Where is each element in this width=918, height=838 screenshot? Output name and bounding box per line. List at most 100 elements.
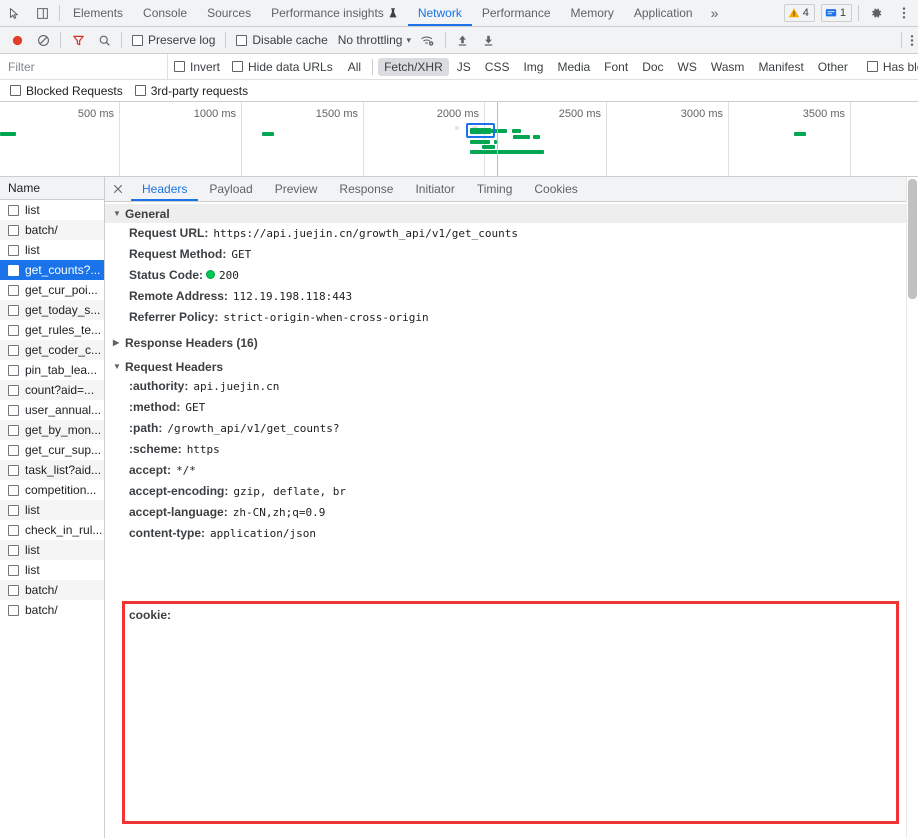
request-checkbox[interactable] xyxy=(8,444,19,456)
request-checkbox[interactable] xyxy=(8,224,19,236)
more-tabs-chevron-icon[interactable]: » xyxy=(703,0,727,26)
details-tab-response[interactable]: Response xyxy=(328,177,404,201)
details-tab-payload[interactable]: Payload xyxy=(198,177,263,201)
request-list-item[interactable]: user_annual... xyxy=(0,400,104,420)
download-arrow-icon[interactable] xyxy=(476,27,502,53)
request-checkbox[interactable] xyxy=(8,524,19,536)
filter-type-font[interactable]: Font xyxy=(598,58,634,76)
details-tab-cookies[interactable]: Cookies xyxy=(523,177,588,201)
tab-performance-insights[interactable]: Performance insights xyxy=(261,0,408,26)
request-list-item[interactable]: batch/ xyxy=(0,600,104,620)
request-list-item[interactable]: pin_tab_lea... xyxy=(0,360,104,380)
request-checkbox[interactable] xyxy=(8,284,19,296)
request-checkbox[interactable] xyxy=(8,484,19,496)
preserve-log-checkbox[interactable]: Preserve log xyxy=(126,33,221,47)
request-checkbox[interactable] xyxy=(8,404,19,416)
request-checkbox[interactable] xyxy=(8,544,19,556)
throttling-select[interactable]: No throttling ▾ xyxy=(334,33,415,47)
details-tab-headers[interactable]: Headers xyxy=(131,177,199,201)
request-list-item[interactable]: batch/ xyxy=(0,580,104,600)
filter-type-fetch-xhr[interactable]: Fetch/XHR xyxy=(378,57,449,76)
section-request-headers[interactable]: ▼ Request Headers xyxy=(105,357,918,376)
filter-type-media[interactable]: Media xyxy=(551,58,596,76)
request-list-item[interactable]: batch/ xyxy=(0,220,104,240)
request-checkbox[interactable] xyxy=(8,384,19,396)
tab-console[interactable]: Console xyxy=(133,0,197,26)
tab-network[interactable]: Network xyxy=(407,0,472,26)
request-checkbox[interactable] xyxy=(8,344,19,356)
details-scrollbar[interactable] xyxy=(906,177,918,838)
request-checkbox[interactable] xyxy=(8,564,19,576)
three-dots-vertical-icon[interactable] xyxy=(890,0,918,26)
request-list-item[interactable]: list xyxy=(0,240,104,260)
request-list-item[interactable]: check_in_rul... xyxy=(0,520,104,540)
filter-type-css[interactable]: CSS xyxy=(479,58,516,76)
request-list-item[interactable]: list xyxy=(0,500,104,520)
info-count-badge[interactable]: 1 xyxy=(820,4,852,22)
request-checkbox[interactable] xyxy=(8,364,19,376)
filter-type-wasm[interactable]: Wasm xyxy=(705,58,751,76)
request-list-item[interactable]: task_list?aid... xyxy=(0,460,104,480)
filter-type-ws[interactable]: WS xyxy=(672,58,703,76)
filter-type-all[interactable]: All xyxy=(342,58,367,76)
device-toolbar-icon[interactable] xyxy=(28,0,56,26)
network-conditions-wifi-icon[interactable] xyxy=(415,27,441,53)
section-general-header[interactable]: ▼ General xyxy=(105,204,918,223)
request-checkbox[interactable] xyxy=(8,464,19,476)
request-checkbox[interactable] xyxy=(8,304,19,316)
has-blocked-cookies-checkbox[interactable]: Has blocked cookie xyxy=(861,60,918,74)
section-response-headers[interactable]: ▶ Response Headers (16) xyxy=(105,333,918,352)
request-list-item[interactable]: get_cur_poi... xyxy=(0,280,104,300)
tab-elements[interactable]: Elements xyxy=(63,0,133,26)
filter-type-doc[interactable]: Doc xyxy=(636,58,669,76)
tab-performance[interactable]: Performance xyxy=(472,0,561,26)
filter-type-img[interactable]: Img xyxy=(517,58,549,76)
request-checkbox[interactable] xyxy=(8,604,19,616)
details-tab-initiator[interactable]: Initiator xyxy=(404,177,465,201)
warning-count-badge[interactable]: 4 xyxy=(783,4,815,22)
request-checkbox[interactable] xyxy=(8,504,19,516)
request-checkbox[interactable] xyxy=(8,244,19,256)
request-list-item[interactable]: count?aid=... xyxy=(0,380,104,400)
request-checkbox[interactable] xyxy=(8,584,19,596)
request-list-item[interactable]: get_today_s... xyxy=(0,300,104,320)
scrollbar-thumb[interactable] xyxy=(908,179,917,299)
filter-type-other[interactable]: Other xyxy=(812,58,854,76)
record-circle-icon[interactable] xyxy=(4,27,30,53)
request-list-item[interactable]: get_by_mon... xyxy=(0,420,104,440)
invert-checkbox[interactable]: Invert xyxy=(168,60,226,74)
disable-cache-checkbox[interactable]: Disable cache xyxy=(230,33,333,47)
third-party-requests-checkbox[interactable]: 3rd-party requests xyxy=(129,84,254,98)
tab-application[interactable]: Application xyxy=(624,0,703,26)
request-checkbox[interactable] xyxy=(8,204,19,216)
filter-funnel-icon[interactable] xyxy=(65,27,91,53)
upload-arrow-icon[interactable] xyxy=(450,27,476,53)
gear-icon[interactable] xyxy=(862,0,890,26)
filter-type-js[interactable]: JS xyxy=(451,58,477,76)
request-list-item[interactable]: get_coder_c... xyxy=(0,340,104,360)
request-list-item[interactable]: list xyxy=(0,200,104,220)
details-tab-timing[interactable]: Timing xyxy=(466,177,524,201)
tab-sources[interactable]: Sources xyxy=(197,0,261,26)
network-toolbar-overflow-icon[interactable] xyxy=(906,27,918,53)
request-list-item[interactable]: get_counts?... xyxy=(0,260,104,280)
request-list-item[interactable]: list xyxy=(0,560,104,580)
blocked-requests-checkbox[interactable]: Blocked Requests xyxy=(4,84,129,98)
close-x-icon[interactable] xyxy=(105,177,131,201)
request-checkbox[interactable] xyxy=(8,264,19,276)
magnifier-icon[interactable] xyxy=(91,27,117,53)
hide-data-urls-checkbox[interactable]: Hide data URLs xyxy=(226,60,339,74)
filter-input[interactable] xyxy=(0,53,168,80)
inspect-cursor-icon[interactable] xyxy=(0,0,28,26)
request-checkbox[interactable] xyxy=(8,424,19,436)
details-tab-preview[interactable]: Preview xyxy=(264,177,329,201)
request-list-item[interactable]: list xyxy=(0,540,104,560)
filter-type-manifest[interactable]: Manifest xyxy=(752,58,809,76)
request-list-item[interactable]: get_cur_sup... xyxy=(0,440,104,460)
request-list-item[interactable]: competition... xyxy=(0,480,104,500)
tab-memory[interactable]: Memory xyxy=(561,0,624,26)
clear-no-entry-icon[interactable] xyxy=(30,27,56,53)
request-checkbox[interactable] xyxy=(8,324,19,336)
network-overview-timeline[interactable]: 500 ms 1000 ms 1500 ms 2000 ms 2500 ms 3000 m… xyxy=(0,102,918,177)
request-list-item[interactable]: get_rules_te... xyxy=(0,320,104,340)
